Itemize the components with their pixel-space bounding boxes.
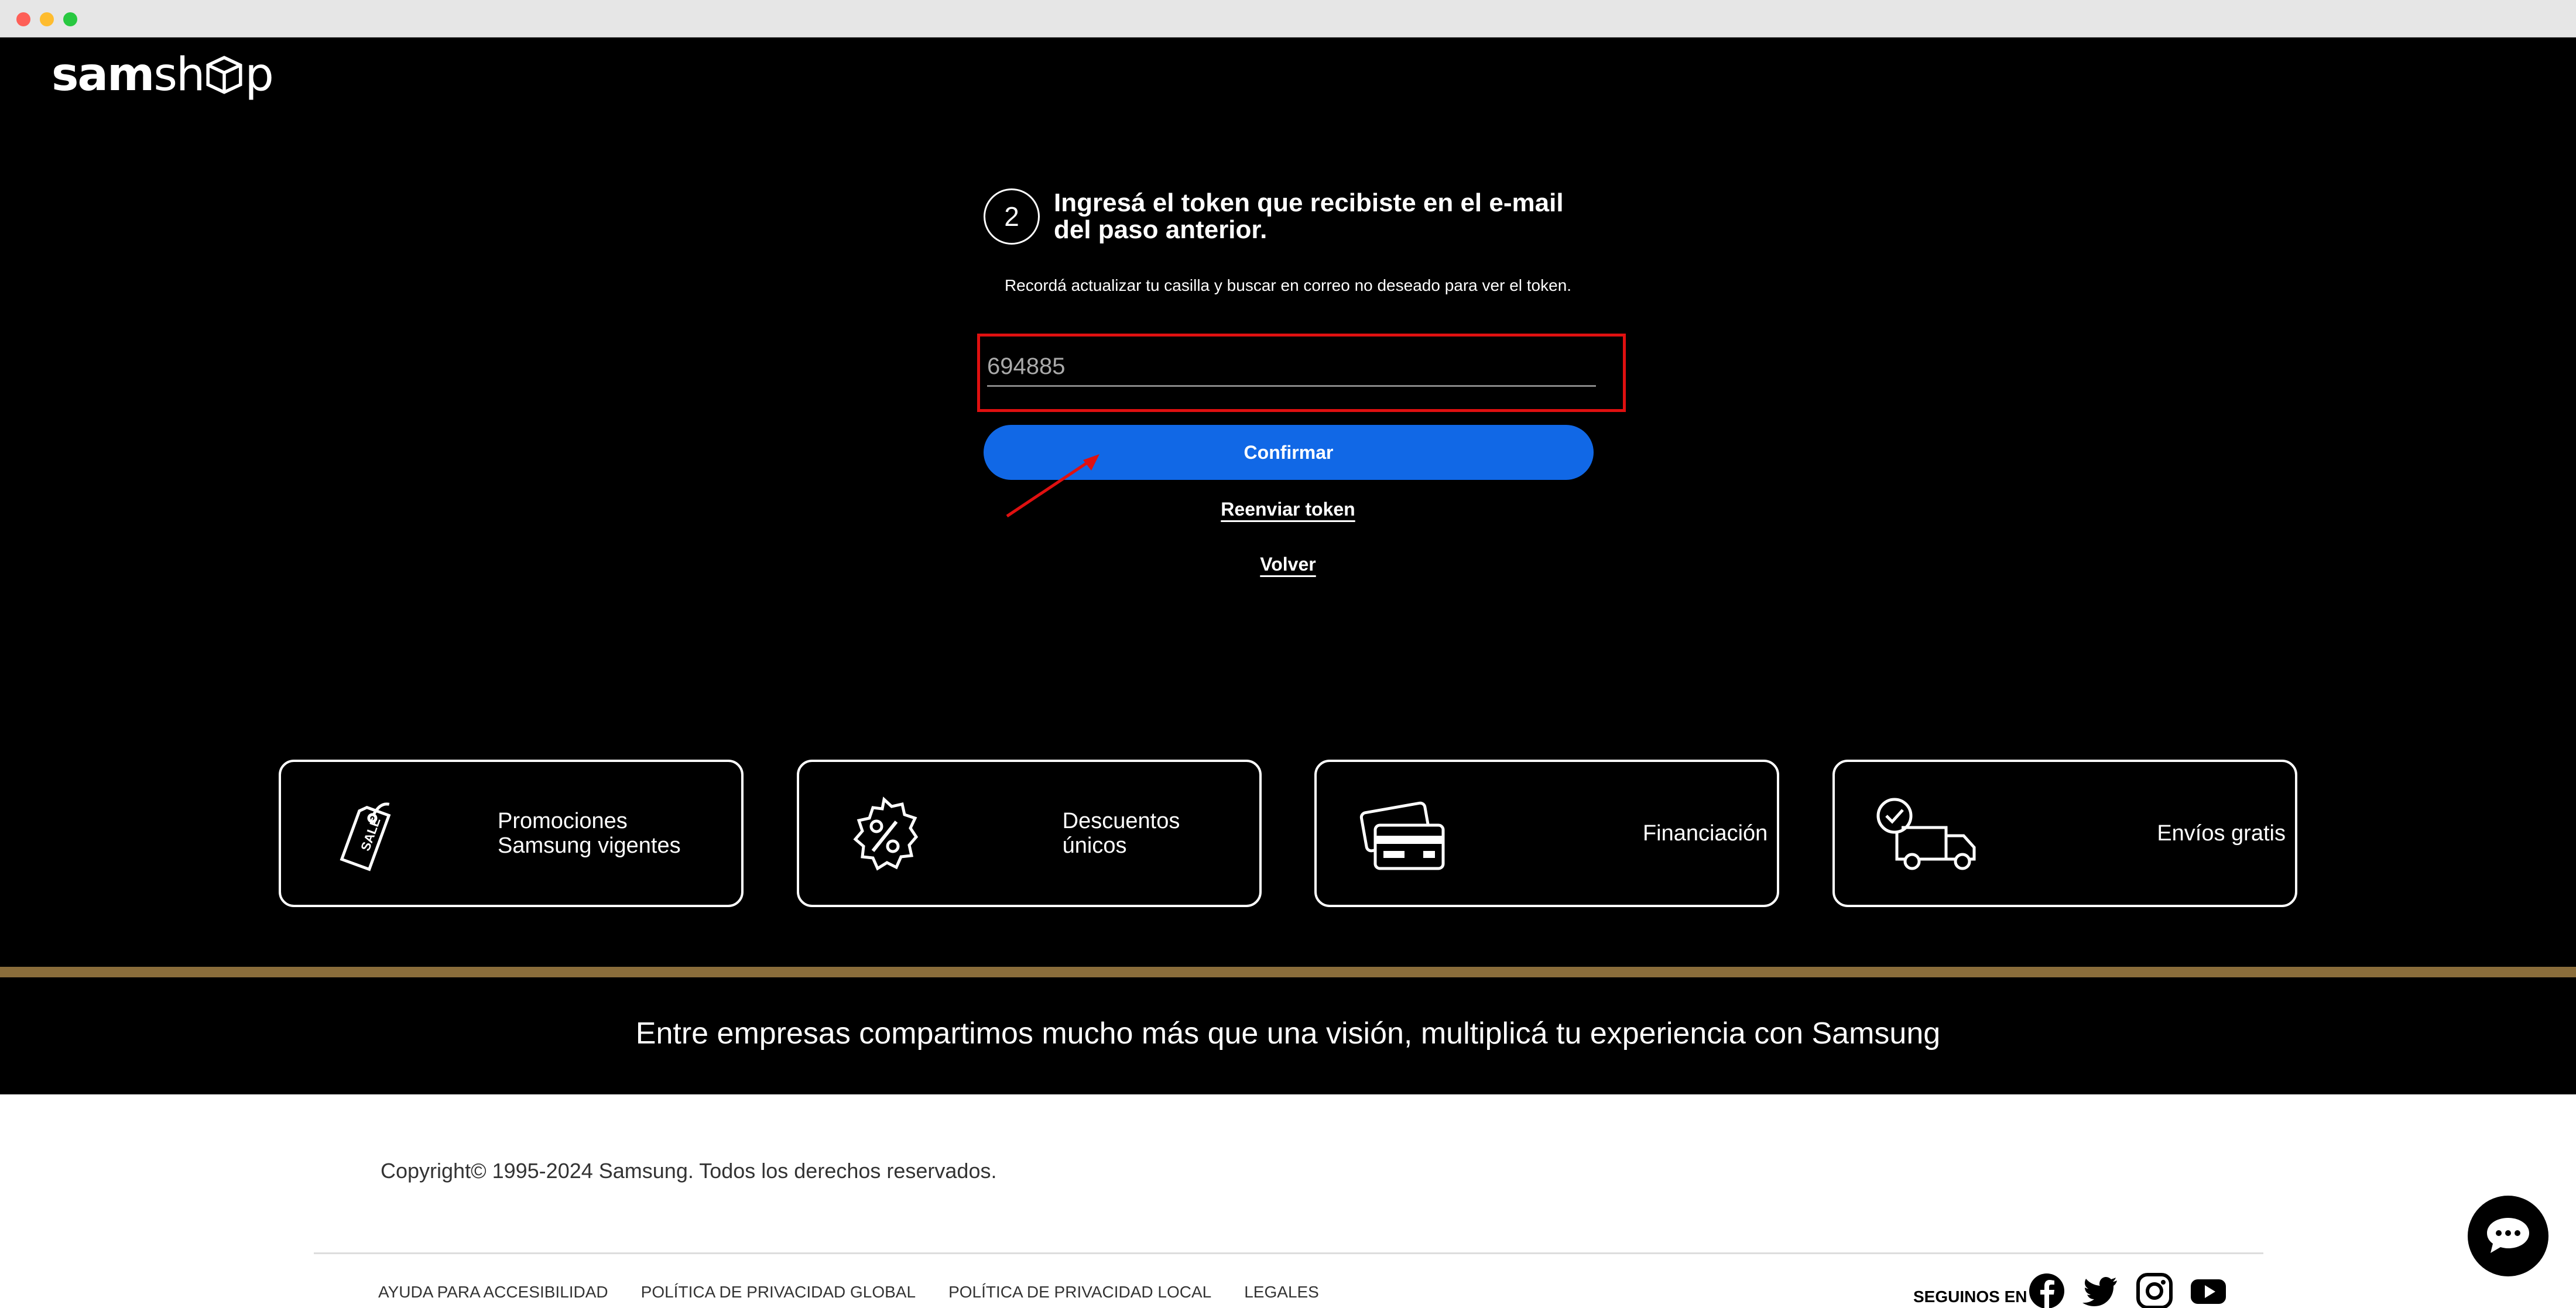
chat-button[interactable] <box>2466 1194 2550 1278</box>
feature-label-promociones: Promociones Samsung vigentes <box>498 809 681 858</box>
back-link[interactable]: Volver <box>1260 554 1316 575</box>
footer-link-privacidad-global[interactable]: POLÍTICA DE PRIVACIDAD GLOBAL <box>641 1283 916 1302</box>
feature-card-descuentos[interactable]: Descuentos únicos <box>796 760 1262 907</box>
sale-tag-icon: SALE <box>340 802 391 871</box>
token-hint: Recordá actualizar tu casilla y buscar e… <box>1004 276 1572 294</box>
logo-text-sh: sh <box>153 49 205 101</box>
youtube-icon[interactable] <box>2190 1272 2227 1308</box>
footer-links: AYUDA PARA ACCESIBILIDAD POLÍTICA DE PRI… <box>378 1283 1319 1302</box>
facebook-icon[interactable] <box>2028 1272 2065 1308</box>
window-titlebar <box>0 0 2576 37</box>
step-number-badge: 2 <box>984 188 1040 245</box>
feature-label-envios: Envíos gratis <box>2157 821 2286 846</box>
footer-link-legales[interactable]: LEGALES <box>1244 1283 1319 1302</box>
svg-text:SALE: SALE <box>358 816 383 853</box>
close-window-button[interactable] <box>16 12 30 26</box>
feature-label-financiacion: Financiación <box>1642 821 1768 846</box>
token-input-highlight <box>977 334 1626 412</box>
logo-text-sam: sam <box>52 49 155 101</box>
footer-link-accesibilidad[interactable]: AYUDA PARA ACCESIBILIDAD <box>378 1283 608 1302</box>
feature-card-financiacion[interactable]: Financiación <box>1314 760 1780 907</box>
resend-token-link[interactable]: Reenviar token <box>1221 499 1355 520</box>
copyright-text: Copyright© 1995-2024 Samsung. Todos los … <box>381 1159 997 1183</box>
feature-card-envios[interactable]: Envíos gratis <box>1832 760 2297 907</box>
instagram-icon[interactable] <box>2136 1272 2173 1308</box>
twitter-icon[interactable] <box>2082 1272 2119 1308</box>
percent-badge-icon <box>853 797 918 871</box>
samshop-logo[interactable]: sam sh p <box>52 46 274 104</box>
features-row: SALE Promociones Samsung vigentes Descue… <box>279 760 2297 907</box>
box-icon <box>206 56 242 94</box>
feature-card-promociones[interactable]: SALE Promociones Samsung vigentes <box>279 760 744 907</box>
step-title: Ingresá el token que recibiste en el e-m… <box>1054 188 1564 244</box>
feature-label-descuentos: Descuentos únicos <box>1062 809 1180 858</box>
chat-bubble-icon <box>2487 1218 2529 1253</box>
maximize-window-button[interactable] <box>63 12 77 26</box>
minimize-window-button[interactable] <box>40 12 54 26</box>
follow-us-label: SEGUINOS EN <box>1913 1288 2027 1306</box>
back-row: Volver <box>0 554 2576 575</box>
tagline: Entre empresas compartimos mucho más que… <box>635 1017 1941 1050</box>
gold-divider <box>0 967 2576 977</box>
delivery-truck-icon <box>1876 798 1976 870</box>
footer: Copyright© 1995-2024 Samsung. Todos los … <box>0 1094 2576 1308</box>
footer-divider <box>314 1252 2263 1254</box>
credit-cards-icon <box>1360 801 1445 870</box>
footer-link-privacidad-local[interactable]: POLÍTICA DE PRIVACIDAD LOCAL <box>948 1283 1211 1302</box>
resend-token-row: Reenviar token <box>0 499 2576 520</box>
logo-text-p: p <box>245 49 273 101</box>
token-input[interactable] <box>987 348 1596 387</box>
